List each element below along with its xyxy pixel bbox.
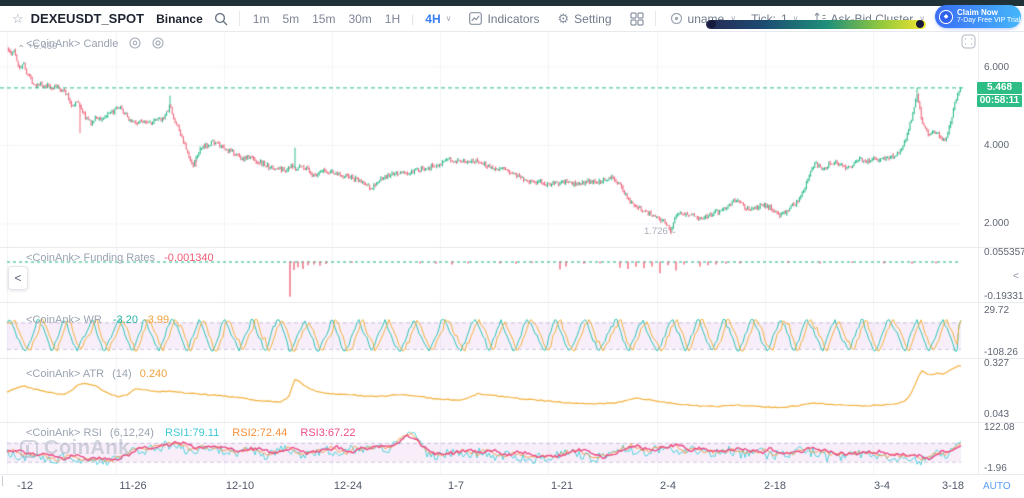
axis-tick-label: -108.26 [984,347,1018,358]
axis-tick-label: 2.000 [984,218,1009,229]
collapse-left-button[interactable]: < [8,266,28,290]
axis-tick-label: 4.000 [984,140,1009,151]
rsi2-value: RSI2:72.44 [232,427,287,439]
timeframe-15m[interactable]: 15m [312,12,335,26]
panel-separator[interactable] [0,247,1024,248]
trading-terminal: ☆ DEXEUSDT_SPOT Binance 1m 5m 15m 30m 1H | 4… [0,0,1024,498]
toolbar: ☆ DEXEUSDT_SPOT Binance 1m 5m 15m 30m 1H | 4… [0,6,1024,32]
funding-value: -0.001340 [164,252,214,264]
date-label: 12-24 [334,480,362,492]
timeframe-separator: | [411,12,414,26]
timeframe-4h-active[interactable]: 4H [425,12,440,26]
layout-grid-button[interactable] [630,12,644,26]
gear-icon: ⚙ [558,11,570,27]
search-icon[interactable] [214,12,228,26]
axis-edge-tick [2,476,3,486]
exchange-name: Binance [156,12,203,26]
axis-tick-label: -0.193318 [984,291,1024,302]
indicators-icon [469,12,482,25]
date-label: -12 [17,480,33,492]
low-price-marker: 1.726→ [644,226,677,237]
rsi3-value: RSI3:67.22 [300,427,355,439]
slider-handle-right[interactable] [916,20,924,28]
wr-indicator-canvas[interactable] [0,302,964,358]
chevron-down-icon[interactable]: ∨ [446,14,452,23]
date-label: 1-7 [448,480,464,492]
axis-tick-label: 29.72 [984,305,1009,316]
slider-handle-left[interactable] [708,20,716,28]
high-price-marker: +6.460 [28,41,57,52]
screenshot-icon[interactable] [961,34,976,54]
candlestick-chart-canvas[interactable] [0,32,964,247]
panel-separator[interactable] [0,422,1024,423]
rsi1-value: RSI1:79.11 [165,427,219,439]
claim-vip-button[interactable]: ◆ Claim Now 7-Day Free VIP Trial [935,5,1021,28]
timeframe-1m[interactable]: 1m [253,12,270,26]
setting-button[interactable]: ⚙ Setting [558,11,612,27]
vip-gem-icon: ◆ [939,10,953,24]
favorite-star-icon[interactable]: ☆ [12,11,24,27]
axis-tick-label: 0.327 [984,358,1009,369]
date-label: 1-21 [551,480,573,492]
heatmap-intensity-slider[interactable] [706,20,926,29]
toolbar-divider-2 [655,11,656,26]
time-axis[interactable]: -1211-2612-1012-241-71-212-42-183-43-18 … [0,474,1024,498]
collapse-right-arrow[interactable]: < [1013,271,1019,282]
coinank-watermark: CoinAnk [20,437,130,460]
symbol-name[interactable]: DEXEUSDT_SPOT [31,11,144,26]
timeframe-30m[interactable]: 30m [348,12,371,26]
countdown-badge: 00:58:11 [977,95,1022,107]
date-label: 3-4 [874,480,890,492]
date-label: 11-26 [119,480,146,492]
date-label: 12-10 [226,480,254,492]
axis-tick-label: 0.055357 [984,247,1024,258]
date-label: 3-18 [942,480,964,492]
indicator-settings-gear-icon[interactable] [152,37,164,49]
caret-icon: ⌃ [17,44,25,55]
indicators-button[interactable]: Indicators [469,12,539,26]
axis-tick-label: 122.08 [984,422,1015,433]
grid-icon [630,12,644,26]
timeframe-list: 1m 5m 15m 30m 1H [240,12,400,26]
panel-separator[interactable] [0,358,1024,359]
coinank-logo-icon [20,440,38,458]
panel-separator[interactable] [0,302,1024,303]
axis-tick-label: 0.043 [984,409,1009,420]
wr-value-2: -3.99 [144,314,169,326]
date-label: 2-18 [764,480,786,492]
date-label: 2-4 [660,480,676,492]
auto-scale-button[interactable]: AUTO [983,481,1011,492]
wr-pane-label: <CoinAnk> WR -3.20 -3.99 [26,314,169,326]
timeframe-5m[interactable]: 5m [282,12,299,26]
visibility-eye-icon[interactable] [129,37,141,49]
rsi-pane-label: <CoinAnk> RSI (6,12,24) RSI1:79.11 RSI2:… [26,427,355,439]
atr-value: 0.240 [140,368,168,380]
axis-tick-label: -1.96 [984,463,1007,474]
axis-tick-label: 6.000 [984,62,1009,73]
current-price-badge: 5.468 [977,82,1022,94]
timeframe-1h[interactable]: 1H [385,12,400,26]
uname-icon [670,12,683,25]
atr-pane-label: <CoinAnk> ATR (14) 0.240 [26,368,167,380]
funding-pane-label: <CoinAnk> Funding Rates -0.001340 [26,252,214,264]
wr-value-1: -3.20 [113,314,138,326]
